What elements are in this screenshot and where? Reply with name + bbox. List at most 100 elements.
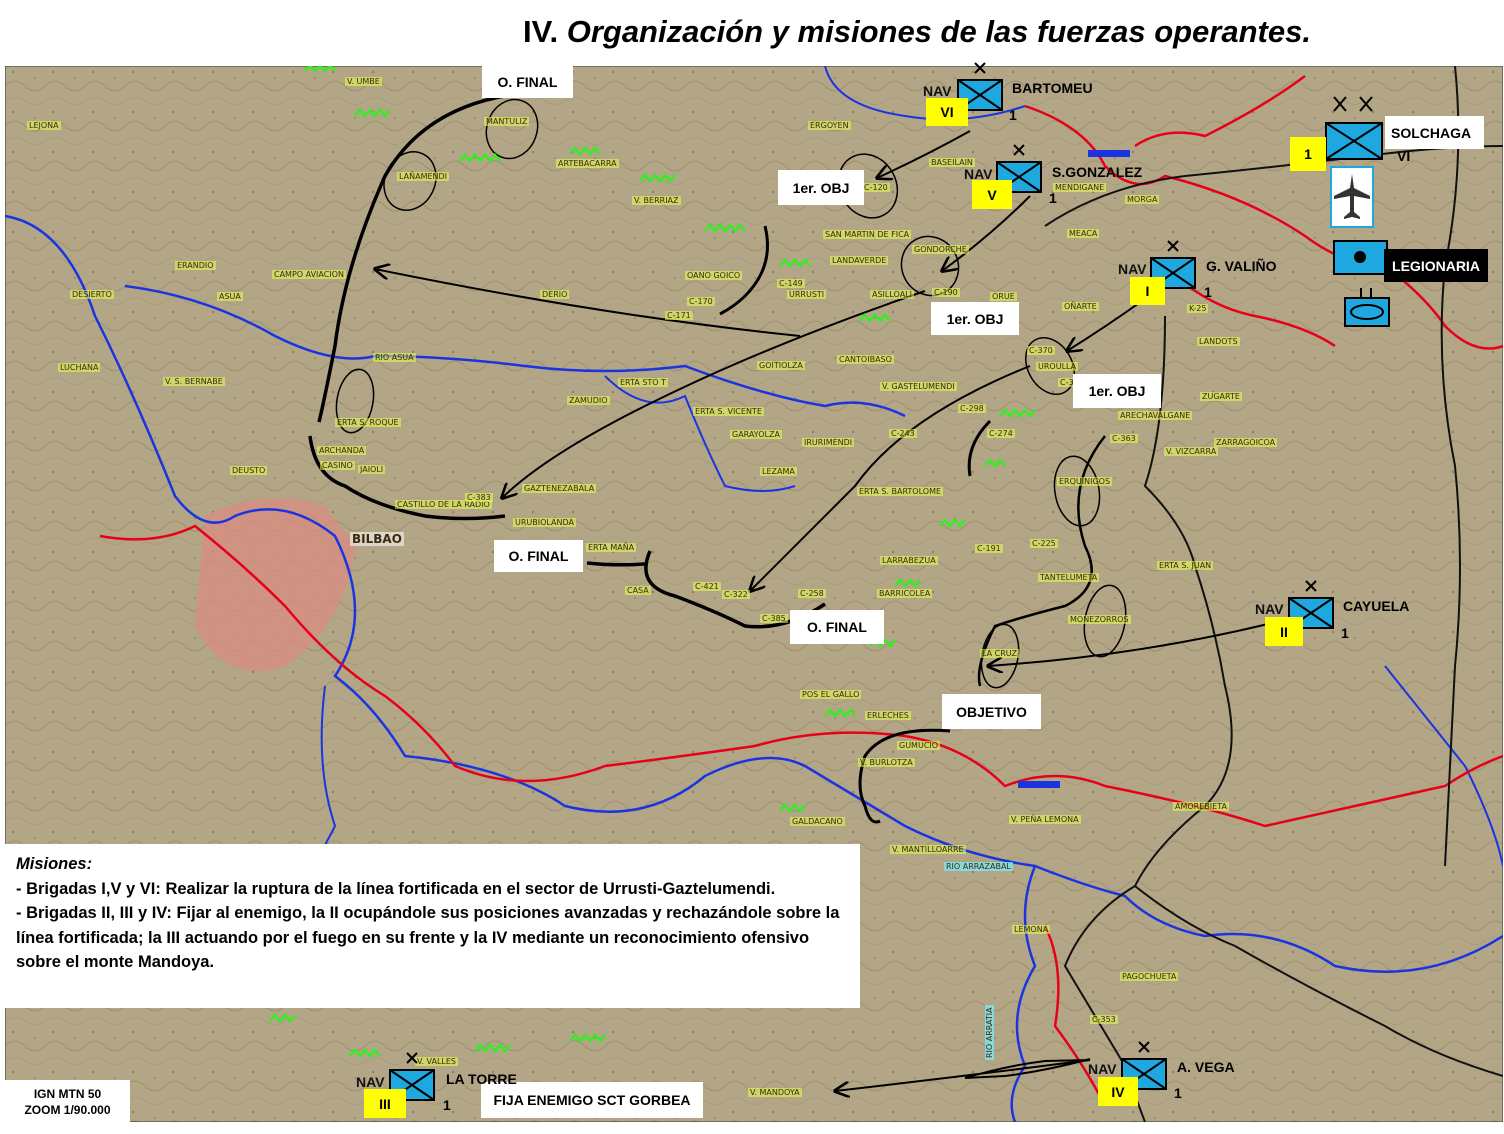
final-objective-label-north: O. FINAL (482, 66, 573, 98)
place-label: C-225 (1030, 539, 1058, 548)
page-title: IV. Organización y misiones de las fuerz… (523, 14, 1311, 49)
place-label: IRURIMENDI (802, 438, 855, 447)
unit-cayuela-brigade: II (1265, 617, 1303, 646)
place-label: V. PEÑA LEMONA (1009, 815, 1081, 824)
place-label: ERTA S. BARTOLOME (857, 487, 944, 496)
place-label: C-190 (932, 288, 960, 297)
place-label: ASILLOALI (870, 290, 914, 299)
brigade-x-icon (974, 62, 986, 74)
place-label: JAIOLI (358, 465, 386, 474)
unit-gvalino-name: G. VALIÑO (1206, 258, 1277, 274)
place-label: LA CRUZ (980, 649, 1019, 658)
place-label: V. S. BERNABE (163, 377, 225, 386)
place-label: C-258 (798, 589, 826, 598)
unit-bartomeu-nav: NAV (923, 83, 952, 99)
place-label: MEACA (1067, 229, 1100, 238)
enemy-line-marker (1088, 150, 1130, 157)
place-label: OANO GOICO (685, 271, 743, 280)
place-label: C-421 (693, 582, 721, 591)
place-label: C-353 (1090, 1015, 1118, 1024)
place-label: GALDACANO (790, 817, 845, 826)
place-label: C-170 (687, 297, 715, 306)
place-label: LANDOTS (1197, 337, 1240, 346)
place-label: CANTOIBASO (837, 355, 894, 364)
aviation-symbol (1330, 166, 1374, 228)
place-label: OÑARTE (1062, 302, 1099, 311)
place-label: ERTA STO T (618, 378, 669, 387)
place-label: ERTA MAÑA (586, 543, 637, 552)
unit-sgonzalez-brigade: V (972, 180, 1012, 209)
mission-brigades-ii-iii-iv: - Brigadas II, III y IV: Fijar al enemig… (16, 904, 840, 971)
place-label: V. BERRIAZ (632, 196, 681, 205)
place-label: CASA (625, 586, 651, 595)
place-label: PAGOCHUETA (1120, 972, 1179, 981)
place-label: LEZAMA (760, 467, 797, 476)
place-label: LANDAVERDE (830, 256, 889, 265)
place-label: C-322 (722, 590, 750, 599)
unit-cayuela-size: 1 (1341, 625, 1349, 641)
place-label: C-243 (889, 429, 917, 438)
place-label: ERANDIO (175, 261, 216, 270)
place-label: UROULLA (1036, 362, 1079, 371)
place-label: V. GASTELUMENDI (880, 382, 957, 391)
final-objective-label-bilbao: O. FINAL (494, 540, 583, 572)
enemy-line-marker-2 (1018, 781, 1060, 788)
corps-solchaga-size: VI (1397, 148, 1411, 164)
place-label: C-363 (1110, 434, 1138, 443)
unit-avega-nav: NAV (1088, 1061, 1117, 1077)
first-objective-label-asilloali: 1er. OBJ (931, 302, 1019, 335)
final-objective-line-mana (586, 561, 646, 567)
place-label: ERTA S. ROQUE (335, 418, 401, 427)
unit-latorre-brigade: III (364, 1089, 406, 1118)
place-label: GOITIOLZA (757, 361, 805, 370)
place-label: GAZTENEZABALA (522, 484, 597, 493)
place-label: DEUSTO (230, 466, 268, 475)
place-label: C-383 (465, 493, 493, 502)
artillery-dot-icon (1354, 251, 1366, 263)
place-label: SAN MARTIN DE FICA (823, 230, 912, 239)
place-label: TANTELUMETA (1038, 573, 1100, 582)
final-objective-label-c385: O. FINAL (790, 610, 884, 644)
place-label: MONEZORROS (1068, 615, 1131, 624)
brigade-x-icon (1167, 240, 1179, 252)
place-label: GONDORCHE (912, 245, 969, 254)
place-label: LEMONA (1012, 925, 1051, 934)
unit-latorre-nav: NAV (356, 1074, 385, 1090)
mission-brigades-i-v-vi: - Brigadas I,V y VI: Realizar la ruptura… (16, 879, 776, 898)
missions-heading: Misiones: (16, 855, 93, 873)
place-label: POS EL GALLO (800, 690, 862, 699)
place-label: RIO ASUA (373, 353, 416, 362)
brigade-x-icon (1138, 1041, 1150, 1053)
unit-avega-name: A. VEGA (1177, 1059, 1235, 1075)
place-label: LUCHANA (58, 363, 101, 372)
unit-gvalino-nav: NAV (1118, 261, 1147, 277)
place-label: C-120 (862, 183, 890, 192)
place-label: ARTEBACARRA (556, 159, 619, 168)
unit-sgonzalez-size: 1 (1049, 190, 1057, 206)
place-label: ORUE (990, 292, 1017, 301)
place-label: C-171 (665, 311, 693, 320)
corps-xx-icon (1333, 96, 1373, 112)
unit-sgonzalez-name: S.GONZALEZ (1052, 164, 1143, 180)
place-label: ERLECHES (865, 711, 911, 720)
first-objective-label-uroulla: 1er. OBJ (1073, 374, 1161, 408)
place-label: ERQUINIGOS (1057, 477, 1113, 486)
unit-bartomeu-name: BARTOMEU (1012, 80, 1093, 96)
fix-enemy-label: FIJA ENEMIGO SCT GORBEA (481, 1082, 703, 1118)
place-label: RIO ARRATIA (985, 1005, 994, 1060)
legionaria-symbol (1333, 240, 1388, 275)
place-label: C-298 (958, 404, 986, 413)
objective-label-burlotza: OBJETIVO (942, 694, 1041, 729)
place-label: LARRABEZUA (880, 556, 938, 565)
map-scale-box: IGN MTN 50 ZOOM 1/90.000 (5, 1080, 130, 1124)
place-label: V. MANDOYA (748, 1088, 802, 1097)
place-label: DERIO (540, 290, 570, 299)
place-label: AMOREBIETA (1173, 802, 1229, 811)
unit-bartomeu-brigade: VI (926, 98, 968, 126)
place-label: CAMPO AVIACION (272, 270, 346, 279)
place-label: ARCHANDA (317, 446, 367, 455)
place-label: MENDIGANE (1053, 183, 1107, 192)
unit-avega-size: 1 (1174, 1085, 1182, 1101)
unit-cayuela-nav: NAV (1255, 601, 1284, 617)
place-label: CASINO (320, 461, 355, 470)
